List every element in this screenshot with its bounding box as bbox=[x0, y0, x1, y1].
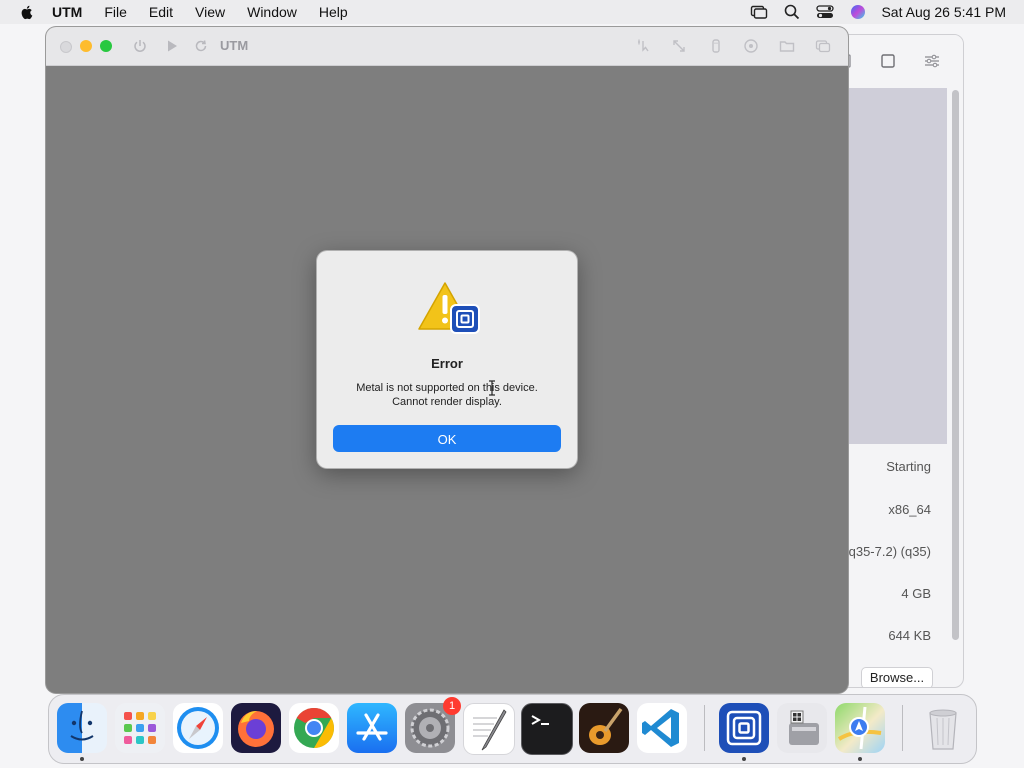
vm-machine: (q35-7.2) (q35) bbox=[844, 544, 931, 559]
dock-vscode-icon[interactable] bbox=[637, 703, 687, 753]
dock-safari-icon[interactable] bbox=[173, 703, 223, 753]
window-title: UTM bbox=[220, 38, 249, 53]
dialog-title: Error bbox=[431, 356, 463, 371]
resize-icon[interactable] bbox=[671, 38, 687, 54]
dock-utm-running-dot bbox=[742, 757, 746, 761]
dock-chrome-icon[interactable] bbox=[289, 703, 339, 753]
search-icon[interactable] bbox=[783, 3, 801, 21]
dock-terminal-icon[interactable] bbox=[521, 703, 573, 755]
apple-menu-icon[interactable] bbox=[18, 3, 36, 21]
menu-edit[interactable]: Edit bbox=[149, 4, 173, 20]
vm-architecture: x86_64 bbox=[888, 502, 931, 517]
dock-finder-icon[interactable] bbox=[57, 703, 107, 753]
settings-badge: 1 bbox=[443, 697, 461, 715]
menu-window[interactable]: Window bbox=[247, 4, 297, 20]
menu-view[interactable]: View bbox=[195, 4, 225, 20]
dock-firefox-icon[interactable] bbox=[231, 703, 281, 753]
window-titlebar: UTM bbox=[46, 27, 848, 66]
power-icon[interactable] bbox=[132, 38, 148, 54]
drive-icon[interactable] bbox=[743, 38, 759, 54]
dock-maps-icon[interactable] bbox=[835, 703, 885, 753]
control-center-icon[interactable] bbox=[816, 3, 835, 21]
dock-textedit-icon[interactable] bbox=[463, 703, 515, 755]
dock-system-settings-icon[interactable]: 1 bbox=[405, 697, 461, 753]
dock-finder-running-dot bbox=[80, 757, 84, 761]
dock-launchpad-icon[interactable] bbox=[115, 703, 165, 753]
menu-bar: UTM File Edit View Window Help Sat Aug 2… bbox=[0, 0, 1024, 24]
browse-button[interactable]: Browse... bbox=[861, 667, 933, 687]
dock-maps-running-dot bbox=[858, 757, 862, 761]
restart-icon[interactable] bbox=[193, 38, 209, 54]
windows-icon[interactable] bbox=[815, 38, 831, 54]
menu-app-name[interactable]: UTM bbox=[52, 4, 82, 20]
vm-memory: 4 GB bbox=[901, 586, 931, 601]
warning-icon bbox=[418, 282, 480, 334]
screen-mirroring-icon[interactable] bbox=[750, 3, 768, 21]
dock: 1 bbox=[48, 694, 977, 764]
vm-status: Starting bbox=[886, 459, 931, 474]
capture-input-icon[interactable] bbox=[636, 38, 652, 54]
shared-folder-icon[interactable] bbox=[779, 38, 795, 54]
dialog-message-line-2: Cannot render display. bbox=[392, 396, 502, 408]
vm-size: 644 KB bbox=[888, 628, 931, 643]
dock-garageband-icon[interactable] bbox=[579, 703, 629, 753]
text-cursor-icon bbox=[489, 380, 495, 396]
maximize-button[interactable] bbox=[100, 40, 112, 52]
menu-file[interactable]: File bbox=[104, 4, 127, 20]
menu-help[interactable]: Help bbox=[319, 4, 348, 20]
dock-boot-camp-icon[interactable] bbox=[777, 703, 827, 753]
usb-icon[interactable] bbox=[708, 38, 724, 54]
vm-preview bbox=[849, 88, 947, 444]
menubar-clock[interactable]: Sat Aug 26 5:41 PM bbox=[881, 4, 1006, 20]
play-icon[interactable] bbox=[164, 38, 180, 54]
minimize-button[interactable] bbox=[80, 40, 92, 52]
dock-separator bbox=[704, 705, 705, 751]
dock-trash-icon[interactable] bbox=[918, 703, 968, 753]
dock-utm-icon[interactable] bbox=[719, 703, 769, 753]
dialog-message: Metal is not supported on this device. C… bbox=[317, 381, 577, 409]
siri-icon[interactable] bbox=[849, 3, 867, 21]
sliders-icon[interactable] bbox=[924, 53, 940, 69]
dock-separator-trash bbox=[902, 705, 903, 751]
close-button[interactable] bbox=[60, 41, 72, 53]
dock-app-store-icon[interactable] bbox=[347, 703, 397, 753]
error-dialog: Error Metal is not supported on this dev… bbox=[317, 251, 577, 468]
ok-button[interactable]: OK bbox=[333, 425, 561, 452]
square-icon[interactable] bbox=[880, 53, 896, 69]
scrollbar[interactable] bbox=[952, 90, 959, 640]
dialog-message-line-1: Metal is not supported on this device. bbox=[356, 382, 538, 394]
